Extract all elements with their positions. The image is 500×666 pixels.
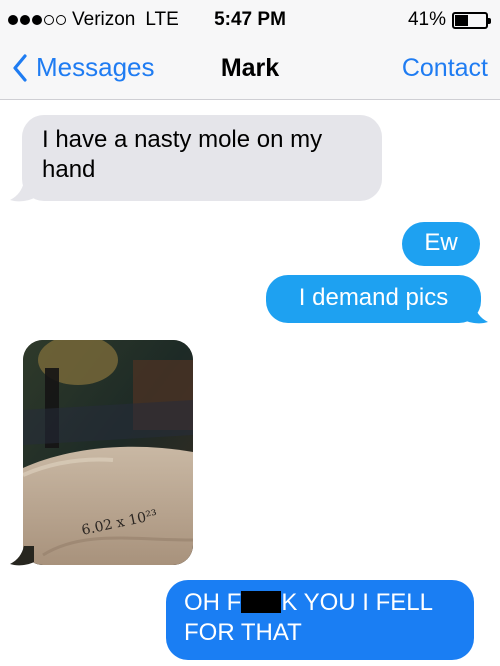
message-photo[interactable]: 6.02 x 10²³ xyxy=(23,340,193,565)
status-right: 41% xyxy=(407,9,491,31)
bubble-tail-icon xyxy=(10,182,34,202)
message-bubble-outgoing[interactable]: I demand pics xyxy=(266,275,481,323)
contact-button[interactable]: Contact xyxy=(402,54,488,83)
status-bar: Verizon LTE 5:47 PM 41% xyxy=(0,0,500,40)
message-text: I demand pics xyxy=(298,284,449,311)
message-text-start: OH F xyxy=(184,589,242,616)
bubble-tail-icon xyxy=(464,304,488,324)
message-text: Ew xyxy=(424,229,458,256)
message-bubble-outgoing[interactable]: OH FK YOU I FELL FOR THAT xyxy=(166,580,474,660)
message-bubble-outgoing[interactable]: Ew xyxy=(402,222,480,266)
navigation-bar: Messages Mark Contact xyxy=(0,40,500,100)
back-label: Messages xyxy=(36,52,155,82)
chevron-left-icon xyxy=(13,53,27,82)
battery-icon xyxy=(452,11,491,29)
bubble-tail-icon xyxy=(10,546,34,566)
message-text: I have a nasty mole on my hand xyxy=(42,126,323,183)
message-bubble-incoming[interactable]: I have a nasty mole on my hand xyxy=(22,115,382,201)
redaction-bar xyxy=(241,591,282,613)
battery-percent: 41% xyxy=(407,9,446,30)
back-button[interactable]: Messages xyxy=(12,52,155,83)
